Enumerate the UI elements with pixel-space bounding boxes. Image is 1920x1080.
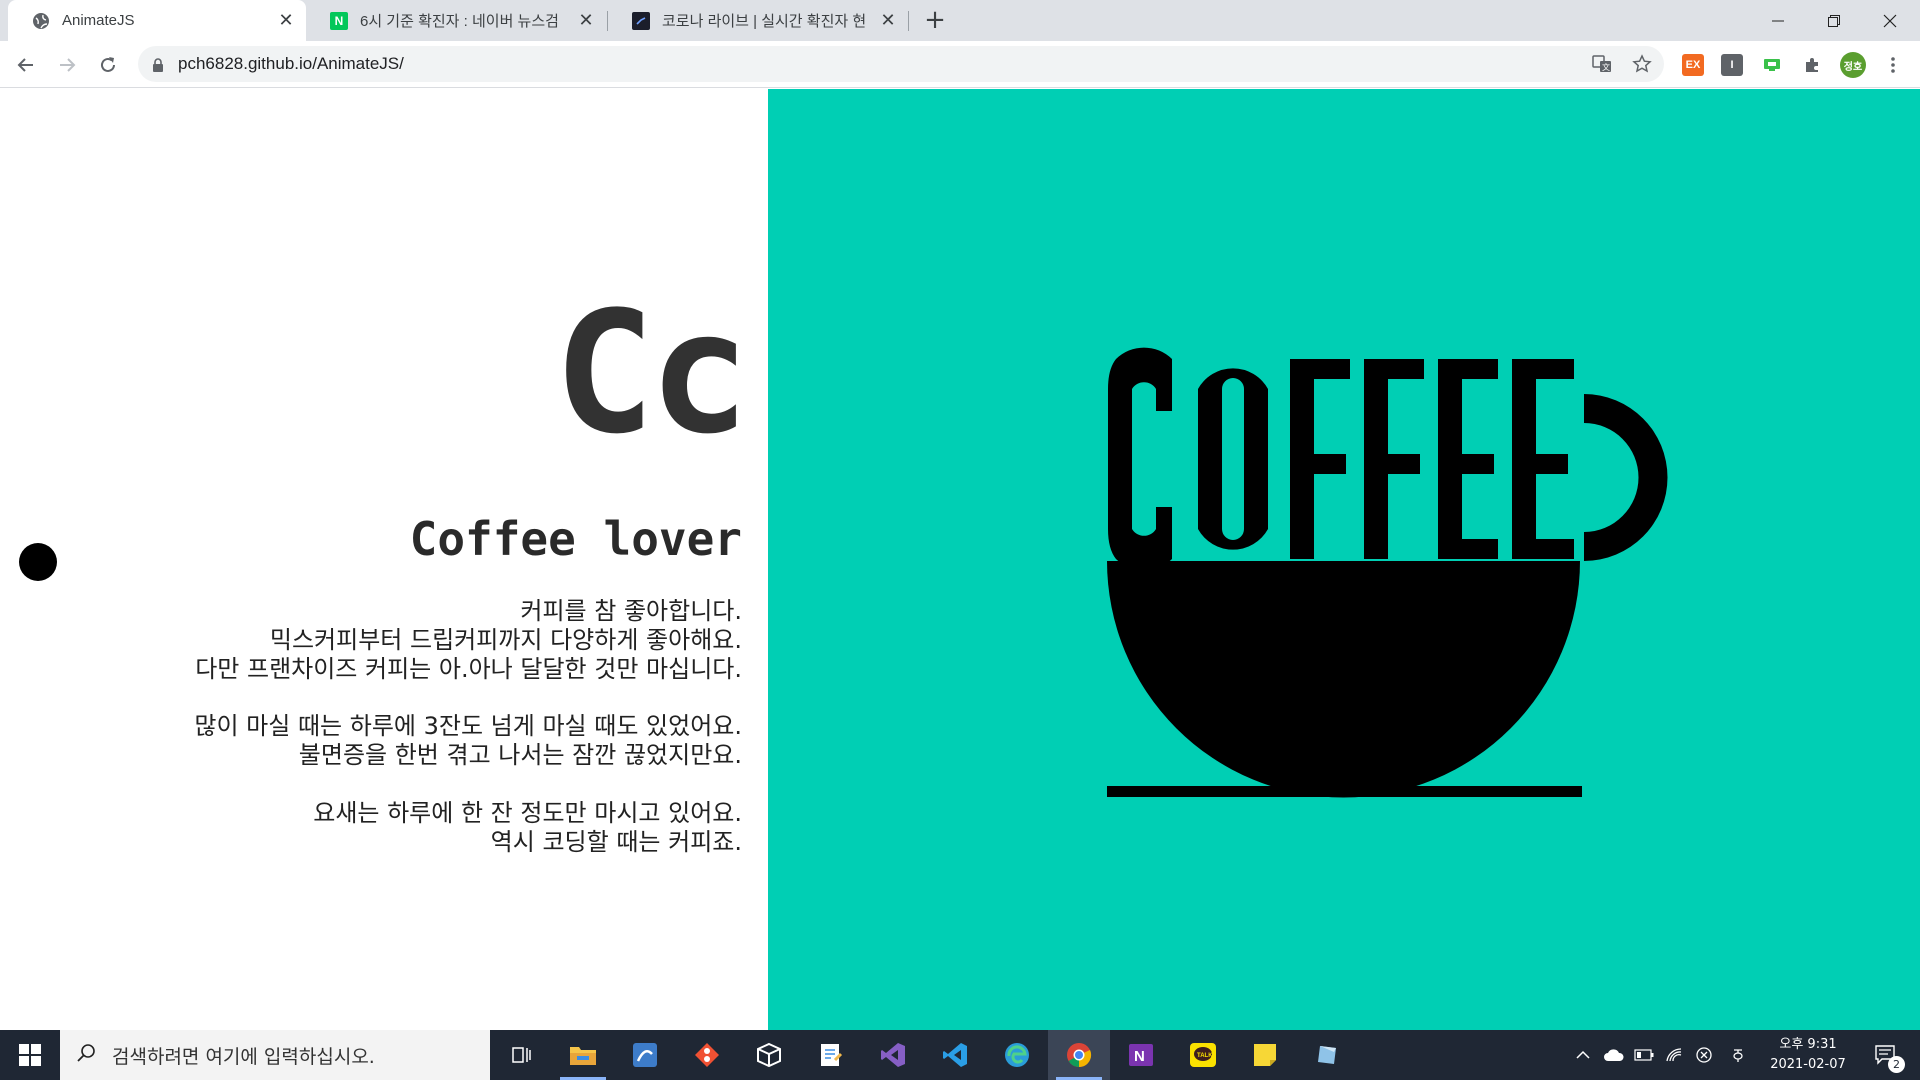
windows-start-icon[interactable] <box>0 1030 60 1080</box>
notepad-icon[interactable] <box>800 1030 862 1080</box>
onenote-icon[interactable]: N <box>1110 1030 1172 1080</box>
extension-i-icon[interactable]: I <box>1721 54 1743 76</box>
tab-animatejs[interactable]: AnimateJS ✕ <box>8 0 306 41</box>
svg-text:N: N <box>1134 1048 1145 1065</box>
taskbar-search-placeholder: 검색하려면 여기에 입력하십시오. <box>112 1045 375 1068</box>
windows-taskbar: 검색하려면 여기에 입력하십시오. N TALK 오후 9:31 2021-02… <box>0 1030 1920 1080</box>
taskbar-search-box[interactable]: 검색하려면 여기에 입력하십시오. <box>60 1030 490 1080</box>
browser-toolbar: pch6828.github.io/AnimateJS/ 文 EX I 정호 <box>0 41 1920 88</box>
tab-title: 코로나 라이브 | 실시간 확진자 현 <box>662 13 867 30</box>
remote-app-icon[interactable] <box>614 1030 676 1080</box>
search-icon <box>76 1043 96 1067</box>
close-tab-icon[interactable]: ✕ <box>276 10 296 31</box>
sound-muted-icon[interactable] <box>1690 1030 1718 1080</box>
tray-chevron-up-icon[interactable] <box>1570 1030 1596 1080</box>
text-line: 요새는 하루에 한 잔 정도만 마시고 있어요. <box>313 799 742 827</box>
battery-icon[interactable] <box>1630 1030 1658 1080</box>
tab-separator <box>908 11 909 31</box>
text-line: 역시 코딩할 때는 커피죠. <box>490 828 742 856</box>
text-line: 다만 프랜차이즈 커피는 아.아나 달달한 것만 마십니다. <box>195 655 742 683</box>
page-subtitle: Coffee lover <box>409 512 742 566</box>
clock-date: 2021-02-07 <box>1770 1057 1846 1072</box>
clock-time: 오후 9:31 <box>1779 1037 1837 1052</box>
task-view-icon[interactable] <box>490 1030 552 1080</box>
tab-title: AnimateJS <box>62 12 135 29</box>
lock-icon[interactable] <box>152 57 164 76</box>
wifi-icon[interactable] <box>1660 1030 1688 1080</box>
extensions-puzzle-icon[interactable] <box>1801 54 1823 76</box>
illustration-panel <box>768 89 1920 1030</box>
edge-icon[interactable] <box>986 1030 1048 1080</box>
taskbar-clock[interactable]: 오후 9:31 2021-02-07 <box>1752 1030 1864 1080</box>
virtualbox-icon[interactable] <box>738 1030 800 1080</box>
restore-icon[interactable] <box>1806 0 1862 41</box>
address-bar[interactable]: pch6828.github.io/AnimateJS/ 文 <box>138 46 1664 82</box>
text-line: 불면증을 한번 겪고 나서는 잠깐 끊었지만요. <box>298 741 742 769</box>
translate-icon[interactable]: 文 <box>1588 50 1616 78</box>
extension-ex-icon[interactable]: EX <box>1682 54 1704 76</box>
new-tab-button[interactable]: + <box>920 5 950 35</box>
naver-icon: N <box>330 11 348 30</box>
paragraph-1: 커피를 참 좋아합니다. 믹스커피부터 드립커피까지 다양하게 좋아해요. 다만… <box>195 597 742 684</box>
forward-icon[interactable] <box>51 49 83 81</box>
onedrive-icon[interactable] <box>1600 1030 1628 1080</box>
svg-text:TALK: TALK <box>1197 1053 1213 1059</box>
close-tab-icon[interactable]: ✕ <box>878 10 898 31</box>
back-icon[interactable] <box>10 49 42 81</box>
input-method-icon[interactable] <box>1724 1030 1752 1080</box>
visual-studio-icon[interactable] <box>862 1030 924 1080</box>
tab-title: 6시 기준 확진자 : 네이버 뉴스검 <box>360 13 559 30</box>
file-explorer-icon[interactable] <box>552 1030 614 1080</box>
reload-icon[interactable] <box>92 49 124 81</box>
chrome-icon[interactable] <box>1048 1030 1110 1080</box>
vscode-icon[interactable] <box>924 1030 986 1080</box>
text-line: 믹스커피부터 드립커피까지 다양하게 좋아해요. <box>269 626 742 654</box>
big-letters-heading: Cc <box>553 275 750 471</box>
snipping-tool-icon[interactable] <box>1296 1030 1358 1080</box>
bookmark-star-icon[interactable] <box>1628 50 1656 78</box>
tab-corona-live[interactable]: 코로나 라이브 | 실시간 확진자 현 ✕ <box>608 0 908 41</box>
text-line: 커피를 참 좋아합니다. <box>520 597 742 625</box>
close-tab-icon[interactable]: ✕ <box>576 10 596 31</box>
paragraph-3: 요새는 하루에 한 잔 정도만 마시고 있어요. 역시 코딩할 때는 커피죠. <box>313 799 742 857</box>
notification-count-badge: 2 <box>1888 1056 1905 1073</box>
extension-screen-icon[interactable] <box>1761 54 1783 76</box>
text-line: 많이 마실 때는 하루에 3잔도 넘게 마실 때도 있었어요. <box>194 712 742 740</box>
corona-live-icon <box>632 11 650 30</box>
svg-text:文: 文 <box>1602 62 1610 72</box>
tab-naver-news[interactable]: N 6시 기준 확진자 : 네이버 뉴스검 ✕ <box>306 0 606 41</box>
coffee-cup-illustration <box>1107 347 1668 798</box>
close-window-icon[interactable] <box>1862 0 1918 41</box>
cursor-dot <box>19 543 57 581</box>
menu-dots-icon[interactable] <box>1882 54 1904 76</box>
git-kraken-icon[interactable] <box>676 1030 738 1080</box>
globe-icon <box>32 12 50 30</box>
page-content: Cc Coffee lover 커피를 참 좋아합니다. 믹스커피부터 드립커피… <box>0 89 1920 1030</box>
text-panel: Cc Coffee lover 커피를 참 좋아합니다. 믹스커피부터 드립커피… <box>0 89 768 1030</box>
notification-center-icon[interactable]: 2 <box>1866 1030 1906 1080</box>
paragraph-2: 많이 마실 때는 하루에 3잔도 넘게 마실 때도 있었어요. 불면증을 한번 … <box>194 712 742 770</box>
kakaotalk-icon[interactable]: TALK <box>1172 1030 1234 1080</box>
address-url[interactable]: pch6828.github.io/AnimateJS/ <box>178 46 404 82</box>
sticky-notes-icon[interactable] <box>1234 1030 1296 1080</box>
tab-strip: AnimateJS ✕ N 6시 기준 확진자 : 네이버 뉴스검 ✕ 코로나 … <box>0 0 1920 41</box>
profile-avatar[interactable]: 정호 <box>1840 52 1866 78</box>
minimize-icon[interactable] <box>1750 0 1806 41</box>
